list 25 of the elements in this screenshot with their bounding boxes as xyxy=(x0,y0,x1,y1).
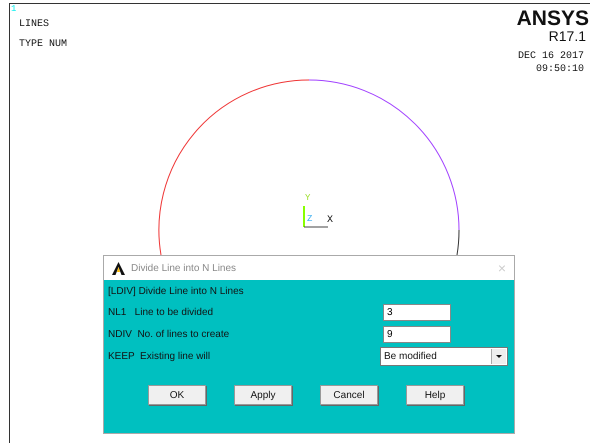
axis-label: X xyxy=(327,216,334,226)
dialog-button[interactable]: Help xyxy=(406,385,464,405)
command-heading: [LDIV] Divide Line into N Lines xyxy=(108,286,245,297)
plot-label: LINES xyxy=(19,20,50,30)
axis-label: Y xyxy=(305,194,310,203)
dialog-button[interactable]: OK xyxy=(148,385,206,405)
axis-label: Z xyxy=(307,215,312,224)
input-field[interactable]: 9 xyxy=(383,326,451,342)
dialog-title: Divide Line into N Lines xyxy=(131,262,238,274)
field-label: KEEP Existing line will xyxy=(108,350,210,362)
window-number: 1 xyxy=(11,5,16,14)
dropdown[interactable]: Be modified xyxy=(380,346,508,366)
time-label: 09:50:10 xyxy=(536,65,584,75)
field-label: NDIV No. of lines to create xyxy=(108,328,230,340)
input-field[interactable]: 3 xyxy=(383,304,451,320)
field-label: NL1 Line to be divided xyxy=(108,306,214,318)
axis-triad-drawing xyxy=(303,206,328,228)
brand-logo: ANSYS xyxy=(516,8,589,29)
dialog-button[interactable]: Apply xyxy=(234,385,292,405)
date-label: DEC 16 2017 xyxy=(518,52,584,62)
caret-icon xyxy=(491,348,506,364)
dialog-button[interactable]: Cancel xyxy=(320,385,378,405)
release-label: R17.1 xyxy=(548,29,586,43)
logo-icon xyxy=(112,262,125,274)
plot-label: TYPE NUM xyxy=(19,40,68,50)
